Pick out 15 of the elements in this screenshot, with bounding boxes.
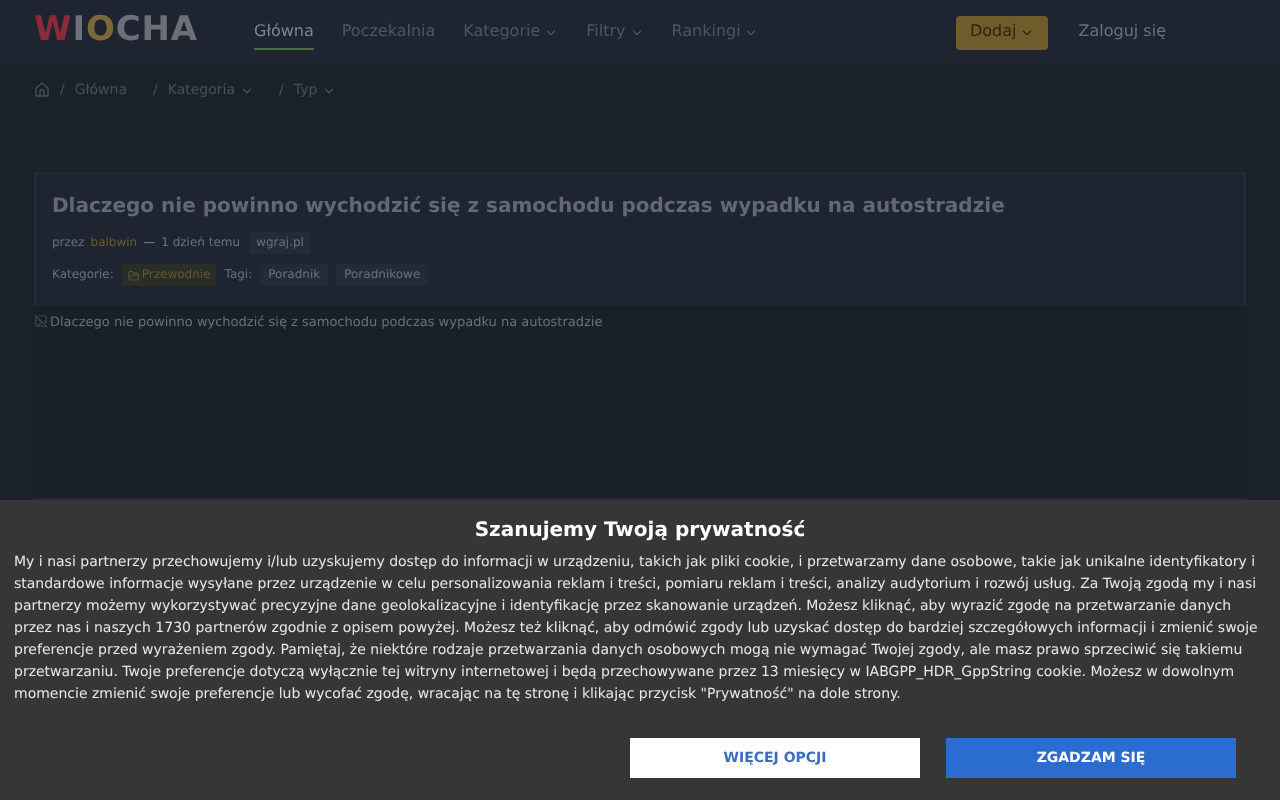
caret-icon — [321, 83, 336, 97]
login-link[interactable]: Zaloguj się — [1078, 20, 1166, 44]
add-button[interactable]: Dodaj — [956, 15, 1049, 49]
folder-icon — [127, 269, 140, 281]
article-title: Dlaczego nie powinno wychodzić się z samochodu podczas wypadku na autostradzie — [52, 194, 1007, 222]
caret-icon — [1020, 25, 1035, 39]
nav-link[interactable]: Główna — [254, 15, 314, 49]
caret-icon — [629, 25, 644, 39]
logo[interactable]: WIOCHA — [34, 6, 234, 58]
home-icon[interactable] — [34, 82, 50, 98]
caret-icon — [239, 83, 254, 97]
caret-icon — [744, 25, 759, 39]
caret-icon — [544, 25, 559, 39]
broken-image-icon — [34, 314, 48, 328]
consent-title: Szanujemy Twoją prywatność — [474, 518, 806, 546]
